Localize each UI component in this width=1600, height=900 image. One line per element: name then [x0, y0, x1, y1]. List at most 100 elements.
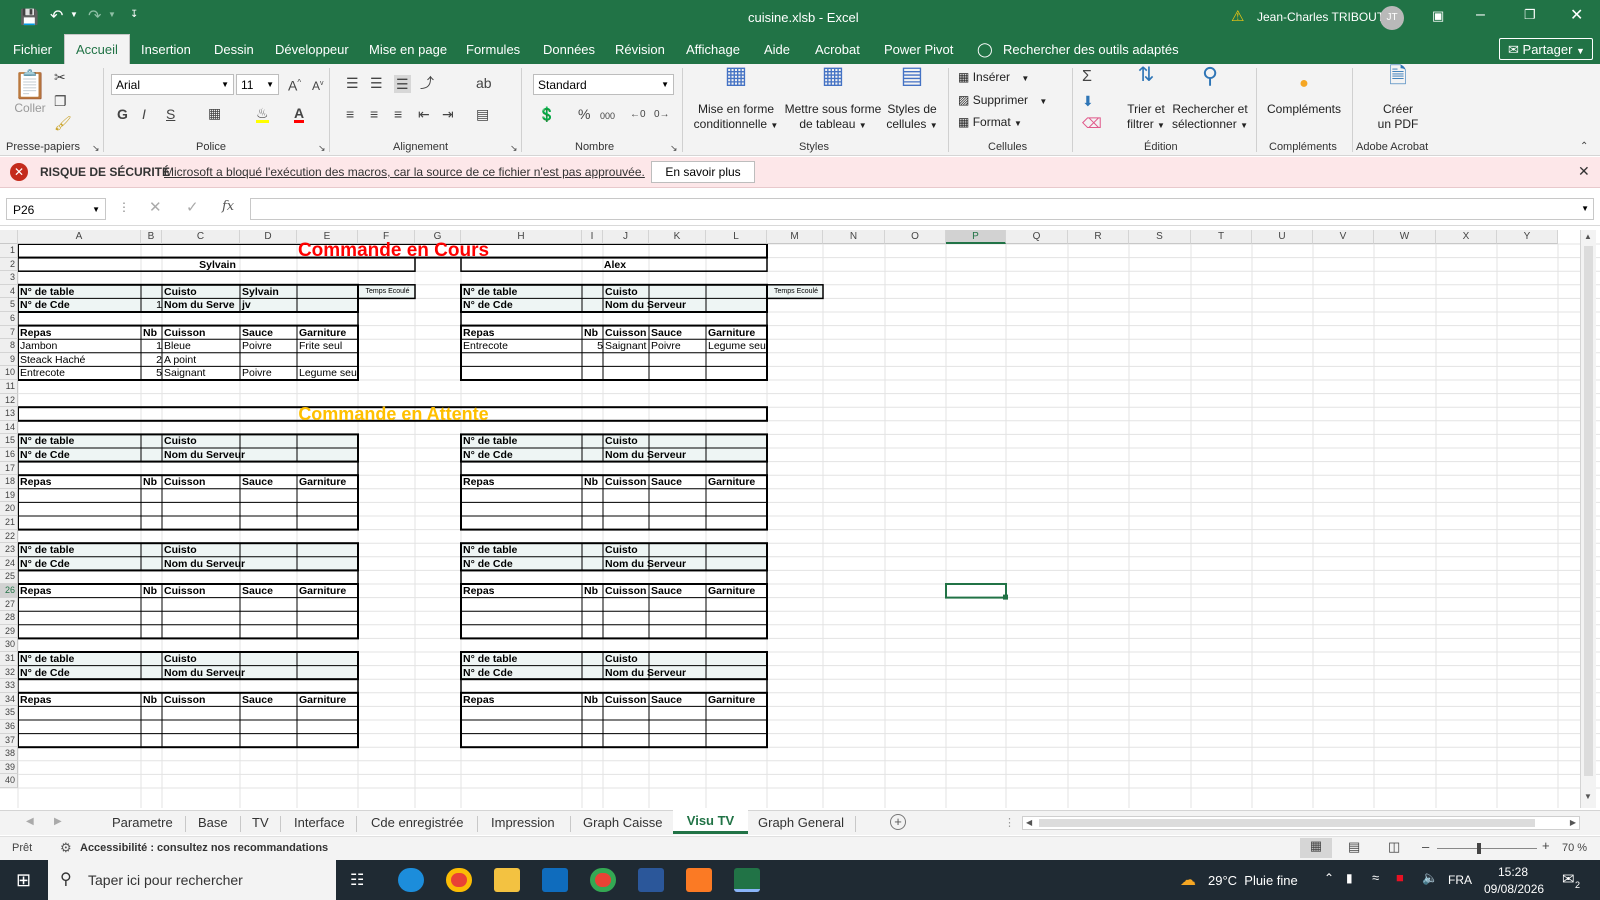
decrease-decimal-icon[interactable]: 0→: [654, 108, 670, 122]
row-header-37[interactable]: 37: [0, 733, 18, 748]
find-select-button[interactable]: ⚲ Rechercher et sélectionner ▼: [1172, 65, 1248, 133]
prev-sheet-icon[interactable]: ◀: [26, 816, 34, 827]
row-header-18[interactable]: 18: [0, 475, 18, 489]
cooking-value[interactable]: Bleue: [162, 340, 240, 354]
align-left-icon[interactable]: ≡: [346, 107, 354, 121]
label-table-num[interactable]: N° de table: [461, 544, 582, 558]
tabs-split-handle[interactable]: ⋮: [1004, 816, 1015, 829]
column-header-Y[interactable]: Y: [1497, 230, 1558, 244]
sheet-tab-base[interactable]: Base: [198, 815, 228, 830]
format-painter-icon[interactable]: 🖌: [54, 116, 72, 130]
label-sauce[interactable]: Sauce: [649, 694, 706, 708]
clock-time[interactable]: 15:28: [1498, 865, 1528, 879]
label-cooking[interactable]: Cuisson: [603, 327, 649, 341]
dialog-launcher-icon[interactable]: ↘: [318, 141, 326, 155]
row-header-11[interactable]: 11: [0, 380, 18, 394]
row-header-25[interactable]: 25: [0, 570, 18, 584]
tab-power-pivot[interactable]: Power Pivot: [884, 42, 953, 57]
decrease-font-icon[interactable]: Av: [312, 77, 324, 93]
label-waiter[interactable]: Nom du Serveur: [162, 667, 358, 681]
row-header-38[interactable]: 38: [0, 747, 18, 761]
meal-value[interactable]: Steack Haché: [18, 354, 141, 368]
file-explorer-icon[interactable]: [494, 868, 520, 892]
label-order-num[interactable]: N° de Cde: [18, 558, 141, 572]
fill-color-icon[interactable]: ♨: [256, 106, 269, 123]
row-header-27[interactable]: 27: [0, 597, 18, 612]
cancel-icon[interactable]: ✕: [149, 198, 162, 216]
label-cook[interactable]: Cuisto: [162, 544, 240, 558]
row-header-22[interactable]: 22: [0, 529, 18, 544]
zoom-slider[interactable]: [1437, 843, 1537, 854]
tab-formules[interactable]: Formules: [466, 42, 520, 57]
undo-dropdown-icon[interactable]: ▼: [70, 10, 78, 19]
row-header-6[interactable]: 6: [0, 312, 18, 326]
label-waiter[interactable]: Nom du Serveur: [603, 299, 767, 313]
row-header-31[interactable]: 31: [0, 652, 18, 666]
side-value[interactable]: Legume seul: [706, 340, 767, 354]
column-header-M[interactable]: M: [767, 230, 823, 244]
meal-value[interactable]: Entrecote: [461, 340, 582, 354]
tab-affichage[interactable]: Affichage: [686, 42, 740, 57]
cooking-value[interactable]: Saignant: [603, 340, 649, 354]
label-sauce[interactable]: Sauce: [649, 476, 706, 490]
scroll-thumb[interactable]: [1039, 819, 1535, 827]
scroll-thumb[interactable]: [1584, 246, 1593, 776]
label-cook[interactable]: Cuisto: [162, 653, 240, 667]
language-indicator[interactable]: FRA: [1448, 873, 1472, 887]
redo-icon[interactable]: ↷: [88, 6, 101, 26]
label-qty[interactable]: Nb: [582, 585, 603, 599]
xampp-icon[interactable]: [686, 868, 712, 892]
label-waiter[interactable]: Nom du Serveur: [603, 667, 767, 681]
format-cells-button[interactable]: ▦ Format ▼: [958, 115, 1022, 131]
label-meal[interactable]: Repas: [461, 476, 582, 490]
horizontal-scrollbar[interactable]: ◀ ▶: [1022, 816, 1580, 830]
label-qty[interactable]: Nb: [582, 694, 603, 708]
side-value[interactable]: Frite seul: [297, 340, 358, 354]
tab-mise-en-page[interactable]: Mise en page: [369, 42, 447, 57]
label-qty[interactable]: Nb: [141, 327, 162, 341]
scroll-left-icon[interactable]: ◀: [1026, 818, 1032, 827]
column-header-R[interactable]: R: [1068, 230, 1129, 244]
row-header-20[interactable]: 20: [0, 502, 18, 516]
align-top-icon[interactable]: ☰: [346, 76, 359, 90]
sauce-value[interactable]: Poivre: [649, 340, 706, 354]
column-header-P[interactable]: P: [946, 230, 1006, 244]
sort-filter-button[interactable]: ⇅ Trier et filtrer ▼: [1124, 65, 1168, 133]
user-name[interactable]: Jean-Charles TRIBOUT: [1257, 10, 1384, 24]
share-button[interactable]: ✉ Partager ▼: [1499, 38, 1593, 60]
accounting-format-icon[interactable]: 💲: [538, 107, 555, 121]
label-side[interactable]: Garniture: [297, 694, 358, 708]
label-sauce[interactable]: Sauce: [240, 694, 297, 708]
column-header-N[interactable]: N: [823, 230, 885, 244]
label-order-num[interactable]: N° de Cde: [18, 667, 141, 681]
label-sauce[interactable]: Sauce: [649, 585, 706, 599]
label-qty[interactable]: Nb: [141, 476, 162, 490]
sheet-tab-interface[interactable]: Interface: [294, 815, 345, 830]
wrap-text-icon[interactable]: ab: [476, 76, 492, 90]
label-qty[interactable]: Nb: [582, 476, 603, 490]
side-value[interactable]: Legume seul: [297, 367, 358, 381]
normal-view-icon[interactable]: ▦: [1300, 838, 1332, 858]
delete-cells-button[interactable]: ▨ Supprimer ▼: [958, 93, 1047, 109]
autosum-icon[interactable]: Σ: [1082, 69, 1092, 85]
label-qty[interactable]: Nb: [141, 694, 162, 708]
row-header-23[interactable]: 23: [0, 543, 18, 557]
chevron-up-icon[interactable]: ⌃: [1324, 871, 1334, 885]
label-meal[interactable]: Repas: [18, 327, 141, 341]
elapsed-time-right[interactable]: Temps Ecoulé: [767, 286, 823, 300]
dialog-launcher-icon[interactable]: ↘: [670, 141, 678, 155]
row-header-39[interactable]: 39: [0, 760, 18, 775]
conditional-format-button[interactable]: ▦ Mise en forme conditionnelle ▼: [688, 64, 784, 133]
number-format-select[interactable]: Standard ▼: [533, 74, 674, 95]
learn-more-button[interactable]: En savoir plus: [651, 161, 755, 183]
zoom-out-icon[interactable]: –: [1422, 839, 1429, 854]
title-commande-en-cours[interactable]: Commande en Cours: [18, 240, 767, 262]
row-header-14[interactable]: 14: [0, 420, 18, 435]
label-cook[interactable]: Cuisto: [162, 435, 240, 449]
tab-donnees[interactable]: Données: [543, 42, 595, 57]
sheet-tab-impression[interactable]: Impression: [491, 815, 555, 830]
column-header-T[interactable]: T: [1191, 230, 1252, 244]
label-meal[interactable]: Repas: [18, 476, 141, 490]
label-waiter[interactable]: Nom du Serveur: [603, 449, 767, 463]
windows-start-icon[interactable]: ⊞: [16, 870, 31, 891]
